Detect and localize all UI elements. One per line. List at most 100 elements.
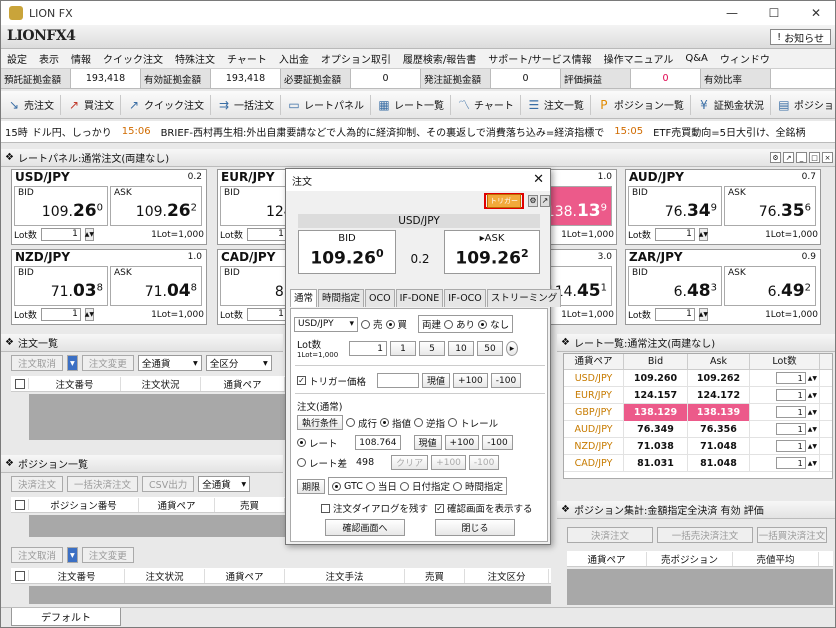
summary-settle-button[interactable]: 決済注文 — [567, 527, 653, 543]
order-cancel-button[interactable]: 注文取消 — [11, 355, 64, 371]
dialog-bid-box[interactable]: BID 109.260 — [298, 230, 396, 274]
row-ask[interactable]: 109.262 — [688, 369, 750, 387]
position-summary-button[interactable]: ▤ポジション集計 — [771, 95, 835, 115]
column-header[interactable]: 注文状況 — [125, 568, 205, 583]
rate-list-row[interactable]: USD/JPY 109.260 109.262 1 ▲▼ — [564, 369, 832, 387]
diff-plus-button[interactable]: +100 — [431, 455, 466, 470]
sell-order-button[interactable]: ↘ 売注文 — [1, 94, 61, 115]
column-header[interactable]: 通貨ペア — [205, 568, 285, 583]
column-header[interactable]: 注文番号 — [29, 376, 121, 391]
row-ask[interactable]: 76.356 — [688, 420, 750, 438]
menu-item[interactable]: オプション取引 — [315, 51, 397, 66]
lot-input[interactable]: 1 — [349, 341, 387, 356]
gtc-radio[interactable] — [332, 481, 342, 491]
row-ask[interactable]: 138.139 — [688, 403, 750, 421]
tile-ask-button[interactable]: ASK 6.492 — [724, 266, 816, 306]
close-dialog-button[interactable]: 閉じる — [435, 519, 515, 536]
menu-item[interactable]: 入出金 — [273, 51, 315, 66]
tile-bid-button[interactable]: BID 109.260 — [14, 186, 108, 226]
type-filter[interactable]: 全区分 ▾ — [205, 355, 272, 371]
row-bid[interactable]: 76.349 — [624, 420, 688, 438]
stepper-icon[interactable]: ▲▼ — [808, 438, 817, 455]
currency-filter[interactable]: 全通貨 ▾ — [137, 355, 202, 371]
menu-item[interactable]: クイック注文 — [97, 51, 169, 66]
notice-button[interactable]: ! お知らせ — [770, 29, 831, 45]
menu-item[interactable]: 操作マニュアル — [598, 51, 680, 66]
row-lot-input[interactable]: 1 — [775, 406, 806, 418]
clear-button[interactable]: クリア — [391, 455, 429, 470]
column-header[interactable]: Lot数 — [750, 354, 820, 369]
trigger-price-input[interactable] — [377, 373, 420, 388]
trigger-minus-button[interactable]: -100 — [490, 373, 522, 388]
restore-icon[interactable]: □ — [809, 152, 820, 163]
stepper-icon[interactable]: ▲▼ — [699, 228, 708, 241]
column-header[interactable]: 通貨ペア — [564, 354, 624, 369]
row-lot-input[interactable]: 1 — [775, 372, 806, 384]
tab-ifoco[interactable]: IF-OCO — [444, 289, 486, 307]
row-lot-input[interactable]: 1 — [775, 440, 806, 452]
lot-preset-button[interactable]: 5 — [419, 341, 445, 356]
period-button[interactable]: 期限 — [297, 478, 326, 494]
column-header[interactable]: Bid — [624, 354, 688, 369]
batch-sell-settle-button[interactable]: 一括売決済注文 — [657, 527, 753, 543]
row-lot-input[interactable]: 1 — [775, 457, 806, 469]
menu-item[interactable]: 履歴検索/報告書 — [397, 51, 482, 66]
order-change-button[interactable]: 注文変更 — [81, 355, 134, 371]
close-icon[interactable]: × — [822, 152, 833, 163]
stop-radio[interactable] — [414, 418, 424, 427]
row-ask[interactable]: 71.048 — [688, 437, 750, 455]
order-list-button[interactable]: ☰ 注文一覧 — [521, 94, 591, 115]
menu-item[interactable]: 設定 — [1, 51, 33, 66]
column-header[interactable]: 通貨ペア — [567, 551, 647, 566]
csv-export-button[interactable]: CSV出力 — [142, 476, 195, 492]
column-header[interactable]: ポジション番号 — [29, 497, 139, 512]
tile-lot-input[interactable]: 1 — [654, 308, 695, 321]
rate-list-row[interactable]: AUD/JPY 76.349 76.356 1 ▲▼ — [564, 420, 832, 438]
lot-preset-button[interactable]: 10 — [448, 341, 474, 356]
dropdown-icon[interactable]: ▾ — [67, 547, 78, 563]
dropdown-icon[interactable]: ▾ — [67, 355, 78, 371]
rate-current-button[interactable]: 現値 — [413, 435, 442, 450]
batch-order-button[interactable]: ⇉ 一括注文 — [211, 94, 281, 115]
today-radio[interactable] — [365, 481, 375, 491]
buy-radio[interactable] — [385, 319, 395, 329]
stepper-icon[interactable]: ▲▼ — [808, 370, 817, 387]
tile-lot-input[interactable]: 1 — [40, 308, 81, 321]
row-ask[interactable]: 124.172 — [688, 386, 750, 404]
rate-diff-radio[interactable] — [297, 458, 306, 467]
row-lot-input[interactable]: 1 — [775, 389, 806, 401]
menu-item[interactable]: サポート/サービス情報 — [482, 51, 597, 66]
column-header[interactable]: 売値平均 — [733, 551, 819, 566]
column-header[interactable]: 注文番号 — [29, 568, 125, 583]
lot-preset-button[interactable]: 50 — [477, 341, 503, 356]
pin-icon[interactable]: ↗ — [540, 195, 550, 207]
tile-bid-button[interactable]: BID 76.349 — [628, 186, 722, 226]
column-header[interactable]: Ask — [688, 354, 750, 369]
tab-time[interactable]: 時間指定 — [318, 289, 365, 307]
trail-radio[interactable] — [448, 418, 458, 427]
minimize-icon[interactable]: _ — [796, 152, 807, 163]
tile-bid-button[interactable]: BID 71.038 — [14, 266, 108, 306]
maximize-button[interactable]: ☐ — [753, 1, 795, 25]
rate-plus-button[interactable]: +100 — [444, 435, 480, 450]
menu-item[interactable]: ウィンドウ — [714, 51, 776, 66]
rate-panel-button[interactable]: ▭ レートパネル — [281, 94, 371, 115]
gear-icon[interactable]: ⚙ — [528, 195, 538, 207]
date-radio[interactable] — [399, 481, 409, 491]
exec-condition-button[interactable]: 執行条件 — [297, 415, 344, 430]
rate-list-row[interactable]: CAD/JPY 81.031 81.048 1 ▲▼ — [564, 454, 832, 472]
column-header[interactable]: 注文状況 — [121, 376, 201, 391]
position-currency-filter[interactable]: 全通貨 ▾ — [198, 476, 251, 492]
row-bid[interactable]: 81.031 — [624, 454, 688, 472]
confirm-screen-checkbox[interactable]: ✓ — [435, 503, 445, 513]
trigger-price-checkbox[interactable]: ✓ — [297, 376, 306, 385]
keep-dialog-checkbox[interactable] — [321, 503, 330, 513]
column-header[interactable]: 通貨ペア — [201, 376, 285, 391]
order-change-button[interactable]: 注文変更 — [81, 547, 134, 563]
tab-normal[interactable]: 通常 — [290, 289, 318, 307]
confirm-screen-button[interactable]: 確認画面へ — [325, 519, 405, 536]
rate-input[interactable]: 108.764 — [354, 435, 401, 450]
batch-buy-settle-button[interactable]: 一括買決済注文 — [757, 527, 827, 543]
dialog-ask-box[interactable]: ▸ASK 109.262 — [444, 230, 540, 274]
tab-ifdone[interactable]: IF-DONE — [395, 289, 444, 307]
